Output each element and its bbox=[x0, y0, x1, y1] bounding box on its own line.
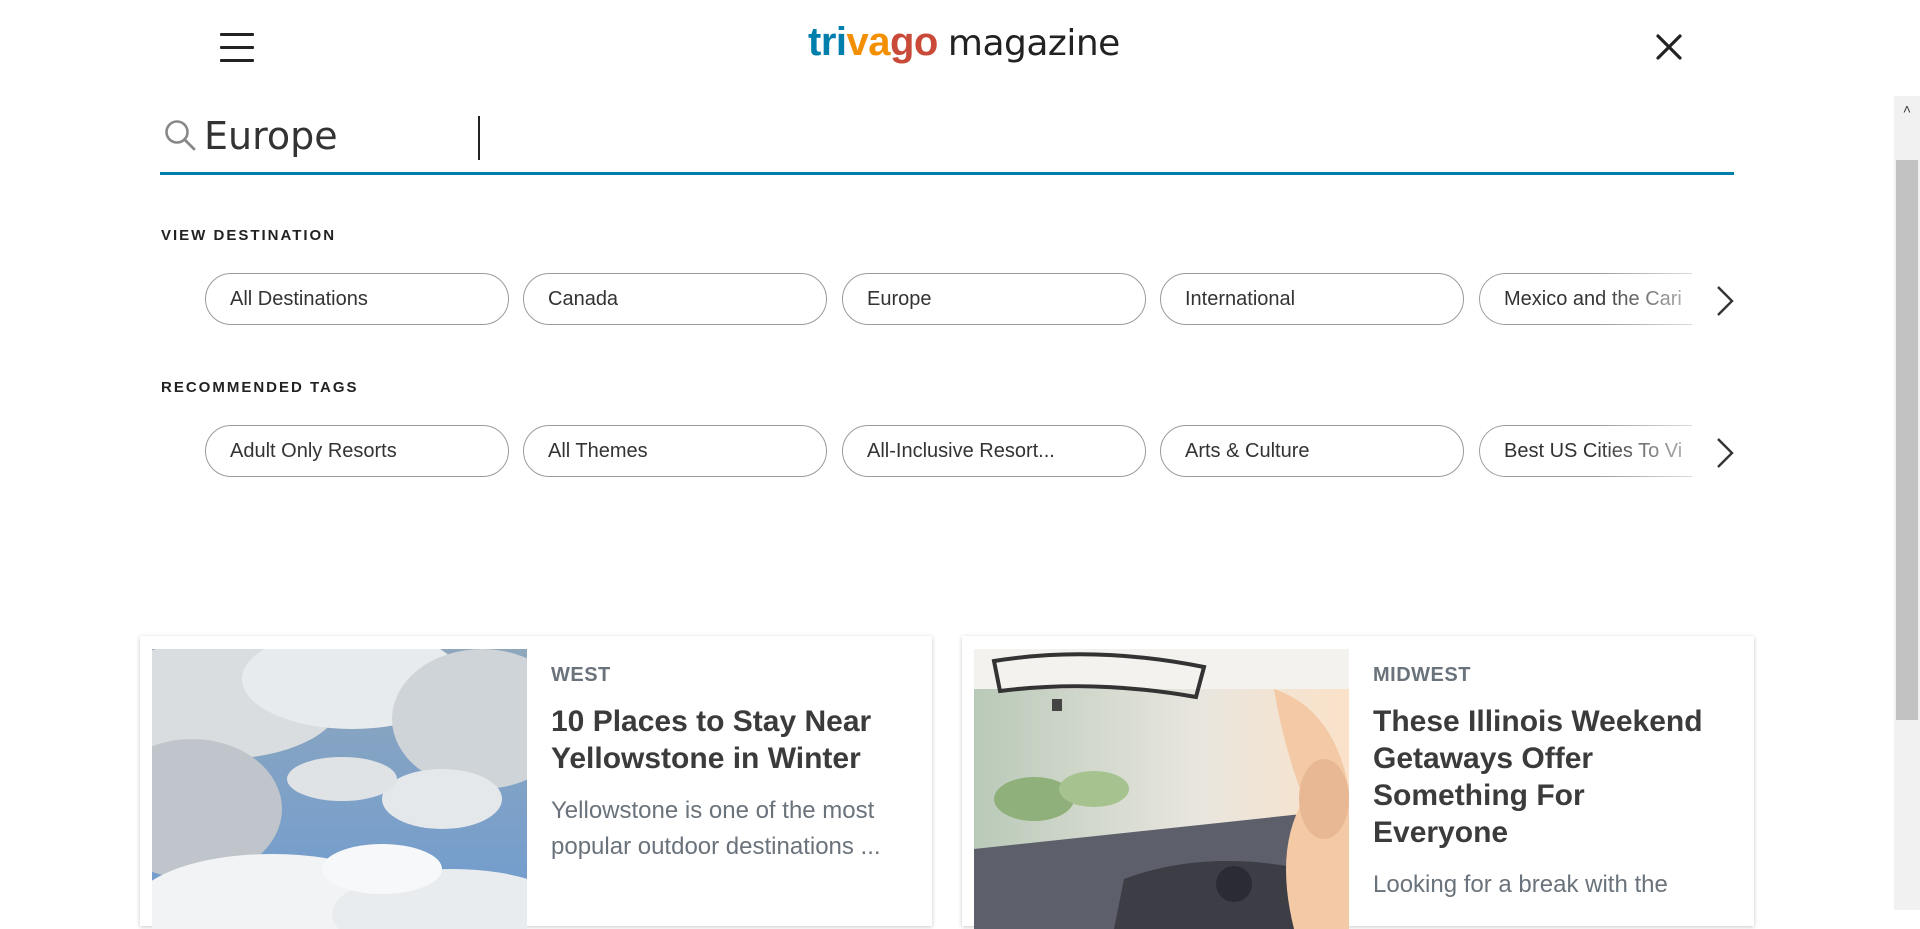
chip-adult-only-resorts[interactable]: Adult Only Resorts bbox=[205, 425, 509, 477]
article-title[interactable]: These Illinois Weekend Getaways Offer So… bbox=[1373, 703, 1723, 851]
chip-mexico-caribbean[interactable]: Mexico and the Cari bbox=[1479, 273, 1692, 325]
close-icon[interactable] bbox=[1652, 30, 1686, 64]
car-interior-image bbox=[974, 649, 1349, 929]
menu-icon[interactable] bbox=[220, 33, 254, 63]
site-logo[interactable]: trivago magazine bbox=[808, 20, 1120, 70]
chip-all-inclusive-resorts[interactable]: All-Inclusive Resort... bbox=[842, 425, 1146, 477]
cloud-sky-image bbox=[152, 649, 527, 929]
article-image-clouds[interactable] bbox=[152, 649, 527, 929]
chip-canada[interactable]: Canada bbox=[523, 273, 827, 325]
tag-chip-row: Adult Only Resorts All Themes All-Inclus… bbox=[205, 425, 1693, 479]
chip-all-destinations[interactable]: All Destinations bbox=[205, 273, 509, 325]
article-body: WEST 10 Places to Stay Near Yellowstone … bbox=[551, 664, 901, 865]
chip-europe[interactable]: Europe bbox=[842, 273, 1146, 325]
search-bar bbox=[160, 104, 1734, 175]
article-region[interactable]: WEST bbox=[551, 664, 901, 687]
article-card[interactable]: WEST 10 Places to Stay Near Yellowstone … bbox=[140, 636, 932, 929]
text-caret bbox=[478, 116, 480, 160]
chip-international[interactable]: International bbox=[1160, 273, 1464, 325]
chip-best-us-cities[interactable]: Best US Cities To Vi bbox=[1479, 425, 1692, 477]
view-destination-heading: VIEW DESTINATION bbox=[161, 227, 337, 244]
article-card[interactable]: MIDWEST These Illinois Weekend Getaways … bbox=[962, 636, 1754, 929]
scroll-up-arrow-icon[interactable]: ˄ bbox=[1894, 96, 1920, 122]
search-icon bbox=[165, 120, 196, 151]
scrollbar-thumb[interactable] bbox=[1896, 160, 1918, 720]
site-header: trivago magazine bbox=[0, 0, 1920, 96]
article-excerpt: Yellowstone is one of the most popular o… bbox=[551, 797, 881, 860]
vertical-scrollbar[interactable]: ˄ bbox=[1894, 96, 1920, 910]
article-region[interactable]: MIDWEST bbox=[1373, 664, 1723, 687]
search-input[interactable] bbox=[204, 108, 1704, 164]
article-body: MIDWEST These Illinois Weekend Getaways … bbox=[1373, 664, 1723, 903]
article-excerpt: Looking for a break with the bbox=[1373, 871, 1668, 898]
chip-arts-culture[interactable]: Arts & Culture bbox=[1160, 425, 1464, 477]
chevron-right-icon[interactable] bbox=[1713, 283, 1737, 319]
article-title[interactable]: 10 Places to Stay Near Yellowstone in Wi… bbox=[551, 703, 901, 777]
destination-chip-row: All Destinations Canada Europe Internati… bbox=[205, 273, 1693, 327]
recommended-tags-heading: RECOMMENDED TAGS bbox=[161, 379, 359, 396]
chevron-right-icon[interactable] bbox=[1713, 435, 1737, 471]
article-image-car[interactable] bbox=[974, 649, 1349, 929]
chip-all-themes[interactable]: All Themes bbox=[523, 425, 827, 477]
